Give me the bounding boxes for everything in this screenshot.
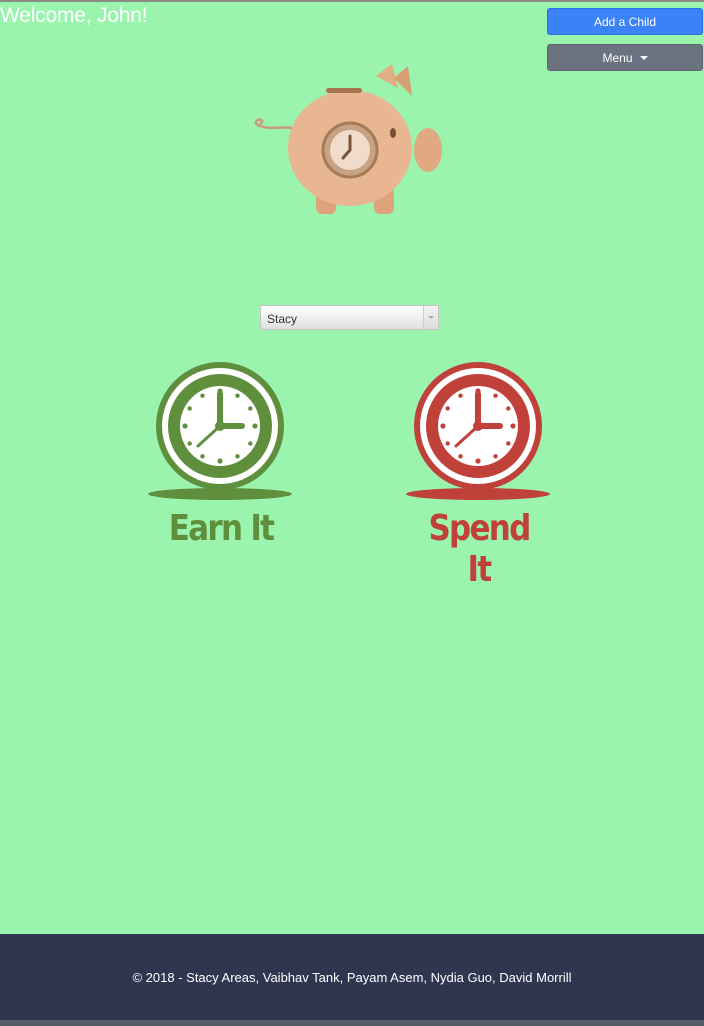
footer: © 2018 - Stacy Areas, Vaibhav Tank, Paya… [0,934,704,1020]
footer-credits: © 2018 - Stacy Areas, Vaibhav Tank, Paya… [132,969,572,985]
earn-it-button[interactable]: Earn It [146,360,296,560]
child-select[interactable]: Stacy [260,305,439,330]
welcome-heading: Welcome, John! [0,4,148,27]
spend-it-button[interactable]: Spend It [404,360,554,590]
bottom-border [0,1020,704,1026]
chevron-down-icon [423,306,438,329]
caret-down-icon [639,55,648,60]
add-child-button[interactable]: Add a Child [547,8,703,35]
spend-it-label: Spend It [428,508,531,590]
menu-dropdown-button[interactable]: Menu [547,44,703,71]
earn-clock-icon [148,362,292,500]
spend-clock-icon [406,362,550,500]
top-border [0,0,704,2]
earn-it-label: Earn It [168,508,275,549]
add-child-label: Add a Child [593,14,657,29]
menu-label: Menu [602,50,633,65]
child-select-value: Stacy [267,312,298,326]
piggy-bank-icon [246,56,446,226]
